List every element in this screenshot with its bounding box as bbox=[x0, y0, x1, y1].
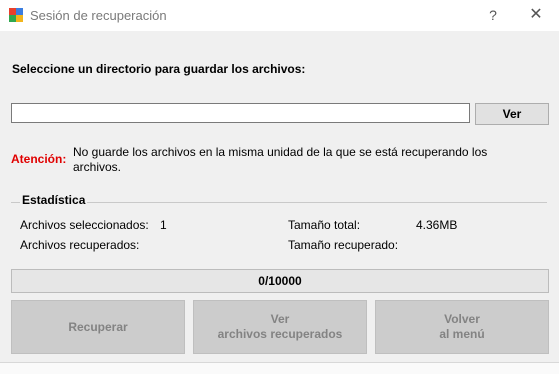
view-button-line1: Ver bbox=[270, 312, 290, 326]
help-button[interactable]: ? bbox=[478, 4, 508, 26]
selected-files-value: 1 bbox=[160, 218, 167, 232]
view-recovered-files-button[interactable]: Ver archivos recuperados bbox=[193, 300, 367, 354]
back-button-line2: al menú bbox=[439, 327, 485, 341]
window-title: Sesión de recuperación bbox=[30, 8, 167, 23]
statistics-title: Estadística bbox=[20, 193, 88, 207]
warning-label: Atención: bbox=[11, 152, 67, 166]
selected-files-label: Archivos seleccionados: bbox=[20, 218, 149, 232]
close-button[interactable]: ✕ bbox=[521, 4, 551, 26]
recover-button[interactable]: Recuperar bbox=[11, 300, 185, 354]
browse-button[interactable]: Ver bbox=[475, 103, 549, 125]
background-window-strip bbox=[0, 362, 559, 374]
help-icon: ? bbox=[489, 7, 497, 23]
recover-button-label: Recuperar bbox=[68, 319, 128, 334]
recovery-progress-bar: 0/10000 bbox=[11, 269, 549, 293]
warning-text: No guarde los archivos en la misma unida… bbox=[73, 145, 488, 174]
progress-text: 0/10000 bbox=[258, 274, 302, 288]
recovered-files-label: Archivos recuperados: bbox=[20, 238, 140, 252]
title-bar: Sesión de recuperación ? ✕ bbox=[0, 0, 559, 31]
directory-input[interactable] bbox=[11, 103, 470, 123]
close-icon: ✕ bbox=[529, 6, 543, 23]
back-to-menu-button[interactable]: Volver al menú bbox=[375, 300, 549, 354]
app-logo-icon bbox=[9, 8, 23, 22]
total-size-value: 4.36MB bbox=[416, 218, 458, 232]
directory-prompt: Seleccione un directorio para guardar lo… bbox=[12, 62, 306, 76]
view-button-line2: archivos recuperados bbox=[217, 327, 343, 341]
total-size-label: Tamaño total: bbox=[288, 218, 361, 232]
recovered-size-label: Tamaño recuperado: bbox=[288, 238, 399, 252]
back-button-line1: Volver bbox=[444, 312, 480, 326]
